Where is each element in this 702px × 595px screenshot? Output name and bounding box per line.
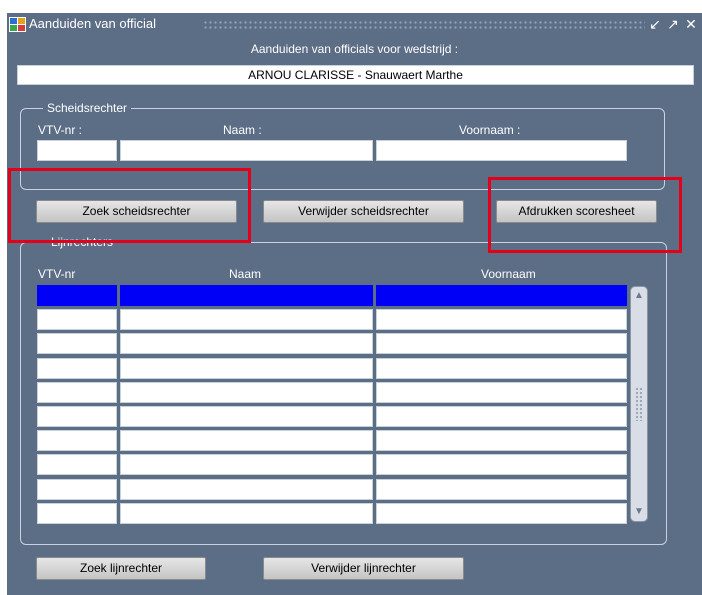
linesman-firstname-cell[interactable] [376, 357, 627, 379]
linesman-firstname-cell[interactable] [376, 502, 627, 524]
highlight-print-scoresheet [488, 177, 682, 253]
table-row[interactable] [37, 406, 627, 427]
linesman-name-cell[interactable] [120, 285, 373, 306]
scroll-thumb[interactable] [635, 387, 643, 421]
linesmen-name-header: Naam [229, 267, 262, 281]
linesman-name-cell[interactable] [120, 406, 373, 427]
linesman-name-cell[interactable] [120, 381, 373, 403]
remove-referee-button[interactable]: Verwijder scheidsrechter [263, 200, 464, 223]
linesman-nr-cell[interactable] [37, 478, 117, 500]
table-row[interactable] [37, 478, 627, 500]
linesman-nr-cell[interactable] [37, 309, 117, 331]
match-field[interactable]: ARNOU CLARISSE - Snauwaert Marthe [17, 65, 694, 85]
linesman-nr-cell[interactable] [37, 406, 117, 427]
linesman-nr-cell[interactable] [37, 381, 117, 403]
linesman-firstname-cell[interactable] [376, 430, 627, 452]
referee-name-label: Naam : [223, 123, 262, 137]
linesman-name-cell[interactable] [120, 478, 373, 500]
linesman-nr-cell[interactable] [37, 502, 117, 524]
linesman-name-cell[interactable] [120, 502, 373, 524]
search-linesman-button[interactable]: Zoek lijnrechter [36, 557, 206, 580]
minimize-icon[interactable]: ↙ [648, 16, 662, 32]
linesman-firstname-cell[interactable] [376, 454, 627, 476]
maximize-icon[interactable]: ↗ [666, 16, 680, 32]
linesman-nr-cell[interactable] [37, 357, 117, 379]
linesman-nr-cell[interactable] [37, 430, 117, 452]
linesman-firstname-cell[interactable] [376, 406, 627, 427]
linesmen-nr-header: VTV-nr [38, 267, 76, 281]
linesman-firstname-cell[interactable] [376, 381, 627, 403]
remove-linesman-button[interactable]: Verwijder lijnrechter [263, 557, 464, 580]
referee-nr-label: VTV-nr : [38, 123, 83, 137]
highlight-search-referee [8, 168, 251, 243]
official-window: Aanduiden van official ↙ ↗ ✕ Aanduiden v… [7, 13, 702, 595]
referee-name-field[interactable] [120, 140, 373, 161]
linesman-name-cell[interactable] [120, 430, 373, 452]
linesman-name-cell[interactable] [120, 309, 373, 331]
linesman-nr-cell[interactable] [37, 285, 117, 306]
linesman-nr-cell[interactable] [37, 333, 117, 355]
linesman-firstname-cell[interactable] [376, 285, 627, 306]
linesman-name-cell[interactable] [120, 333, 373, 355]
linesman-name-cell[interactable] [120, 454, 373, 476]
table-row[interactable] [37, 333, 627, 355]
linesman-firstname-cell[interactable] [376, 309, 627, 331]
title-bar-texture [203, 20, 645, 29]
scroll-up-icon[interactable]: ▲ [632, 289, 646, 303]
table-row[interactable] [37, 309, 627, 331]
referee-group-legend: Scheidsrechter [43, 101, 132, 115]
match-header-label: Aanduiden van officials voor wedstrijd : [250, 42, 459, 56]
linesmen-firstname-header: Voornaam [481, 267, 536, 281]
linesman-name-cell[interactable] [120, 357, 373, 379]
table-row[interactable] [37, 502, 627, 524]
scroll-down-icon[interactable]: ▼ [632, 505, 646, 519]
close-icon[interactable]: ✕ [684, 16, 698, 32]
table-row[interactable] [37, 381, 627, 403]
linesman-firstname-cell[interactable] [376, 478, 627, 500]
referee-firstname-label: Voornaam : [459, 123, 521, 137]
app-icon [9, 17, 26, 32]
linesman-firstname-cell[interactable] [376, 333, 627, 355]
vertical-scrollbar[interactable]: ▲ ▼ [630, 286, 648, 522]
table-row[interactable] [37, 357, 627, 379]
table-row[interactable] [37, 430, 627, 452]
referee-nr-field[interactable] [37, 140, 117, 161]
referee-firstname-field[interactable] [376, 140, 627, 161]
table-row[interactable] [37, 285, 627, 306]
title-bar[interactable]: Aanduiden van official ↙ ↗ ✕ [7, 13, 702, 35]
window-title: Aanduiden van official [29, 16, 156, 31]
linesman-nr-cell[interactable] [37, 454, 117, 476]
table-row[interactable] [37, 454, 627, 476]
